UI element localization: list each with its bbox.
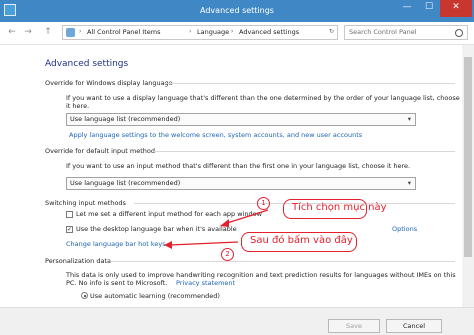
annotation-text-1: Tích chọn mục này: [292, 202, 387, 213]
change-hotkeys-link[interactable]: Change language bar hot keys: [66, 240, 166, 248]
vertical-scrollbar[interactable]: [462, 45, 474, 307]
close-button[interactable]: ✕: [440, 0, 472, 17]
search-box[interactable]: Search Control Panel: [344, 25, 468, 40]
annotation-number-1: 1: [257, 197, 270, 210]
refresh-icon[interactable]: ↻: [329, 28, 334, 35]
apply-language-settings-link[interactable]: Apply language settings to the welcome s…: [69, 131, 362, 139]
cancel-button[interactable]: Cancel: [386, 319, 442, 333]
scrollbar-thumb[interactable]: [464, 57, 472, 257]
annotation-number-2: 2: [221, 248, 234, 261]
input-method-dropdown[interactable]: Use language list (recommended) ▾: [66, 177, 416, 190]
breadcrumb-advanced-settings[interactable]: Advanced settings: [239, 28, 299, 36]
title-bar: Advanced settings — ☐ ✕: [0, 0, 474, 22]
personalization-description-cont: PC. No info is sent to Microsoft.: [66, 279, 168, 287]
automatic-learning-radio[interactable]: [81, 292, 88, 299]
search-input[interactable]: Search Control Panel: [349, 28, 417, 36]
section-divider: [110, 261, 455, 262]
input-method-dropdown-value: Use language list (recommended): [70, 179, 181, 187]
page-title: Advanced settings: [45, 59, 129, 69]
input-method-section-title: Override for default input method: [45, 147, 156, 155]
desktop-language-bar-checkbox[interactable]: ✓: [66, 226, 73, 233]
privacy-statement-link[interactable]: Privacy statement: [176, 279, 235, 287]
input-method-description: If you want to use an input method that'…: [66, 162, 411, 170]
display-language-dropdown-value: Use language list (recommended): [70, 115, 181, 123]
annotation-text-2: Sau đó bấm vào đây: [250, 235, 353, 246]
back-arrow-icon[interactable]: ←: [6, 26, 18, 38]
desktop-language-bar-label: Use the desktop language bar when it's a…: [76, 225, 237, 233]
chevron-down-icon: ▾: [407, 115, 411, 123]
section-divider: [154, 151, 455, 152]
per-app-input-label: Let me set a different input method for …: [76, 210, 262, 218]
minimize-button[interactable]: —: [396, 0, 418, 17]
display-language-description: If you want to use a display language th…: [66, 94, 460, 102]
personalization-description: This data is only used to improve handwr…: [66, 271, 456, 279]
breadcrumb-language[interactable]: Language: [197, 28, 229, 36]
address-bar[interactable]: › All Control Panel Items › Language › A…: [62, 25, 338, 40]
personalization-section-title: Personalization data: [45, 257, 111, 265]
chevron-down-icon: ▾: [407, 179, 411, 187]
footer-bar: Save Cancel: [0, 307, 474, 335]
breadcrumb-separator-icon: ›: [231, 28, 234, 35]
breadcrumb-separator-icon: ›: [79, 28, 82, 35]
up-arrow-icon[interactable]: ↑: [42, 26, 54, 38]
maximize-button[interactable]: ☐: [418, 0, 440, 17]
switching-section-title: Switching input methods: [45, 199, 126, 207]
display-language-section-title: Override for Windows display language: [45, 79, 173, 87]
options-link[interactable]: Options: [392, 225, 417, 233]
automatic-learning-label: Use automatic learning (recommended): [90, 292, 220, 300]
per-app-input-checkbox[interactable]: [66, 211, 73, 218]
breadcrumb-separator-icon: ›: [189, 28, 192, 35]
annotation-arrow-2: [169, 241, 239, 246]
save-button[interactable]: Save: [328, 319, 380, 333]
breadcrumb-all-items[interactable]: All Control Panel Items: [87, 28, 160, 36]
section-divider: [165, 83, 455, 84]
navigation-bar: ← → ↑ › All Control Panel Items › Langua…: [0, 22, 474, 45]
display-language-description-cont: it here.: [66, 102, 90, 110]
display-language-dropdown[interactable]: Use language list (recommended) ▾: [66, 113, 416, 126]
search-icon[interactable]: [455, 29, 463, 37]
forward-arrow-icon[interactable]: →: [22, 26, 34, 38]
control-panel-small-icon: [66, 28, 75, 37]
